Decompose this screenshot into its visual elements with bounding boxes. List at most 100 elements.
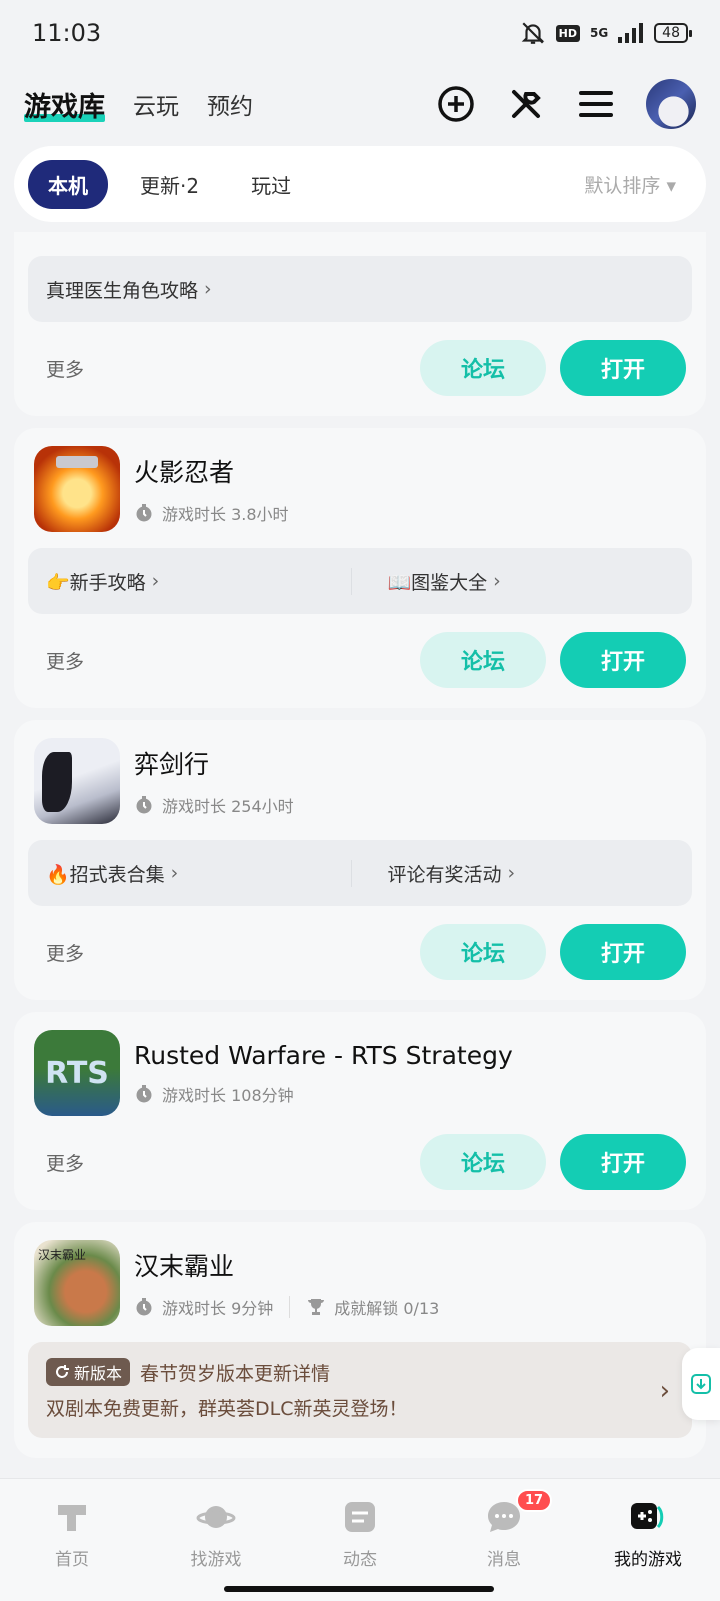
filter-bar: 本机 更新·2 玩过 默认排序 ▾ [14,146,706,222]
feed-icon [345,1502,375,1532]
bottom-nav-label: 首页 [55,1550,89,1570]
playtime: 游戏时长 108分钟 [162,1085,294,1105]
game-header[interactable]: 火影忍者 游戏时长 3.8小时 [28,442,692,532]
chevron-right-icon: › [493,570,501,592]
bottom-nav-home[interactable]: 首页 [12,1497,132,1601]
forum-button[interactable]: 论坛 [420,924,546,980]
filter-updates[interactable]: 更新·2 [120,160,219,209]
stopwatch-icon [136,1084,152,1102]
quick-links: 👉新手攻略 › 📖图鉴大全 › [28,548,692,614]
filter-local[interactable]: 本机 [28,159,108,209]
bottom-nav-label: 消息 [487,1550,521,1570]
game-info: Rusted Warfare - RTS Strategy 游戏时长 108分钟 [134,1041,513,1106]
chevron-right-icon: › [507,862,516,884]
achievement: 成就解锁 0/13 [334,1299,440,1318]
forum-button[interactable]: 论坛 [420,632,546,688]
game-header[interactable]: 汉末霸业 汉末霸业 游戏时长 9分钟 成就解锁 0/13 [28,1236,692,1326]
new-version-label: 新版本 [74,1364,123,1383]
home-t-icon [58,1505,86,1531]
more-button[interactable]: 更多 [28,1149,84,1176]
game-title: 弈剑行 [134,750,210,779]
status-icons: HD 5G 48 [520,20,692,46]
quick-link[interactable]: 评论有奖活动 › [350,859,693,887]
planet-icon [196,1506,236,1528]
playtime: 游戏时长 3.8小时 [162,505,289,524]
game-meta: 游戏时长 9分钟 成就解锁 0/13 [134,1295,439,1319]
open-button[interactable]: 打开 [560,632,686,688]
hd-icon: HD [555,24,580,42]
chevron-right-icon: › [170,862,179,884]
gamepad-icon [631,1503,664,1529]
more-button[interactable]: 更多 [28,647,84,674]
bottom-nav: 首页 找游戏 动态 17 消息 我的游戏 [0,1478,720,1601]
card-actions: 更多 论坛 打开 [28,632,692,688]
network-label: 5G [589,26,609,40]
menu-icon[interactable] [576,84,616,124]
game-info: 汉末霸业 游戏时长 9分钟 成就解锁 0/13 [134,1247,439,1319]
message-count-badge: 17 [516,1489,553,1512]
tab-reservation[interactable]: 预约 [207,87,253,121]
forum-button[interactable]: 论坛 [420,340,546,396]
quick-link-label: 🔥招式表合集 [46,863,165,886]
filter-played[interactable]: 玩过 [231,160,311,209]
update-title-row: 新版本 春节贺岁版本更新详情 [46,1358,674,1386]
game-card: RTS Rusted Warfare - RTS Strategy 游戏时长 1… [14,1012,706,1210]
divider [289,1296,291,1318]
game-info: 火影忍者 游戏时长 3.8小时 [134,453,289,525]
game-meta: 游戏时长 254小时 [134,793,294,817]
tools-icon[interactable] [506,84,546,124]
game-title: Rusted Warfare - RTS Strategy [134,1040,513,1070]
top-nav: 游戏库 云玩 预约 [0,66,720,142]
game-card: 火影忍者 游戏时长 3.8小时 👉新手攻略 › 📖图鉴大全 › 更多 论坛 打开 [14,428,706,708]
game-card: 弈剑行 游戏时长 254小时 🔥招式表合集 › 评论有奖活动 › 更多 论坛 打… [14,720,706,1000]
avatar[interactable] [646,79,696,129]
game-title: 火影忍者 [134,458,235,487]
game-meta: 游戏时长 108分钟 [134,1082,513,1106]
chevron-right-icon: › [659,1376,670,1406]
update-title: 春节贺岁版本更新详情 [140,1362,331,1385]
stopwatch-icon [136,796,152,814]
card-actions: 更多 论坛 打开 [28,1134,692,1190]
trophy-icon [308,1299,325,1315]
game-card: 真理医生角色攻略 › 更多 论坛 打开 [14,232,706,416]
status-bar: 11:03 HD 5G 48 [0,0,720,66]
card-actions: 更多 论坛 打开 [28,924,692,980]
open-button[interactable]: 打开 [560,340,686,396]
update-description: 双剧本免费更新，群英荟DLC新英灵登场！ [46,1398,408,1420]
bottom-nav-my-games[interactable]: 我的游戏 [588,1497,708,1601]
bottom-nav-label: 找游戏 [190,1550,242,1570]
playtime: 游戏时长 9分钟 [162,1299,274,1318]
tab-game-library[interactable]: 游戏库 [24,85,105,124]
game-meta: 游戏时长 3.8小时 [134,501,289,525]
tab-cloud-play[interactable]: 云玩 [133,87,179,121]
update-banner[interactable]: 新版本 春节贺岁版本更新详情 双剧本免费更新，群英荟DLC新英灵登场！ › [28,1342,692,1438]
game-icon: RTS [34,1030,120,1116]
quick-link[interactable]: 👉新手攻略 › [28,568,351,595]
sort-dropdown[interactable]: 默认排序 ▾ [584,171,676,198]
game-header[interactable]: RTS Rusted Warfare - RTS Strategy 游戏时长 1… [28,1026,692,1116]
quick-link[interactable]: 📖图鉴大全 › [350,567,693,595]
game-header[interactable]: 弈剑行 游戏时长 254小时 [28,734,692,824]
floating-download-tab[interactable] [682,1348,720,1420]
open-button[interactable]: 打开 [560,924,686,980]
game-card: 汉末霸业 汉末霸业 游戏时长 9分钟 成就解锁 0/13 新版本 春节贺岁版本更… [14,1222,706,1458]
more-button[interactable]: 更多 [28,939,84,966]
bottom-nav-label: 动态 [343,1550,377,1570]
add-circle-icon[interactable] [436,84,476,124]
quick-link[interactable]: 真理医生角色攻略 › [28,276,692,303]
game-list[interactable]: 真理医生角色攻略 › 更多 论坛 打开 火影忍者 游戏时长 3.8小时 👉新手攻… [14,232,706,1476]
card-actions: 更多 论坛 打开 [28,340,692,396]
quick-link[interactable]: 🔥招式表合集 › [28,860,351,887]
signal-icon [618,23,644,43]
refresh-icon [56,1365,69,1378]
quick-links: 真理医生角色攻略 › [28,256,692,322]
game-icon-text: 汉末霸业 [38,1248,87,1262]
forum-button[interactable]: 论坛 [420,1134,546,1190]
status-time: 11:03 [32,19,102,47]
bell-muted-icon [521,22,544,44]
stopwatch-icon [136,504,152,522]
home-indicator[interactable] [224,1586,494,1592]
open-button[interactable]: 打开 [560,1134,686,1190]
more-button[interactable]: 更多 [28,355,84,382]
stopwatch-icon [136,1298,152,1316]
